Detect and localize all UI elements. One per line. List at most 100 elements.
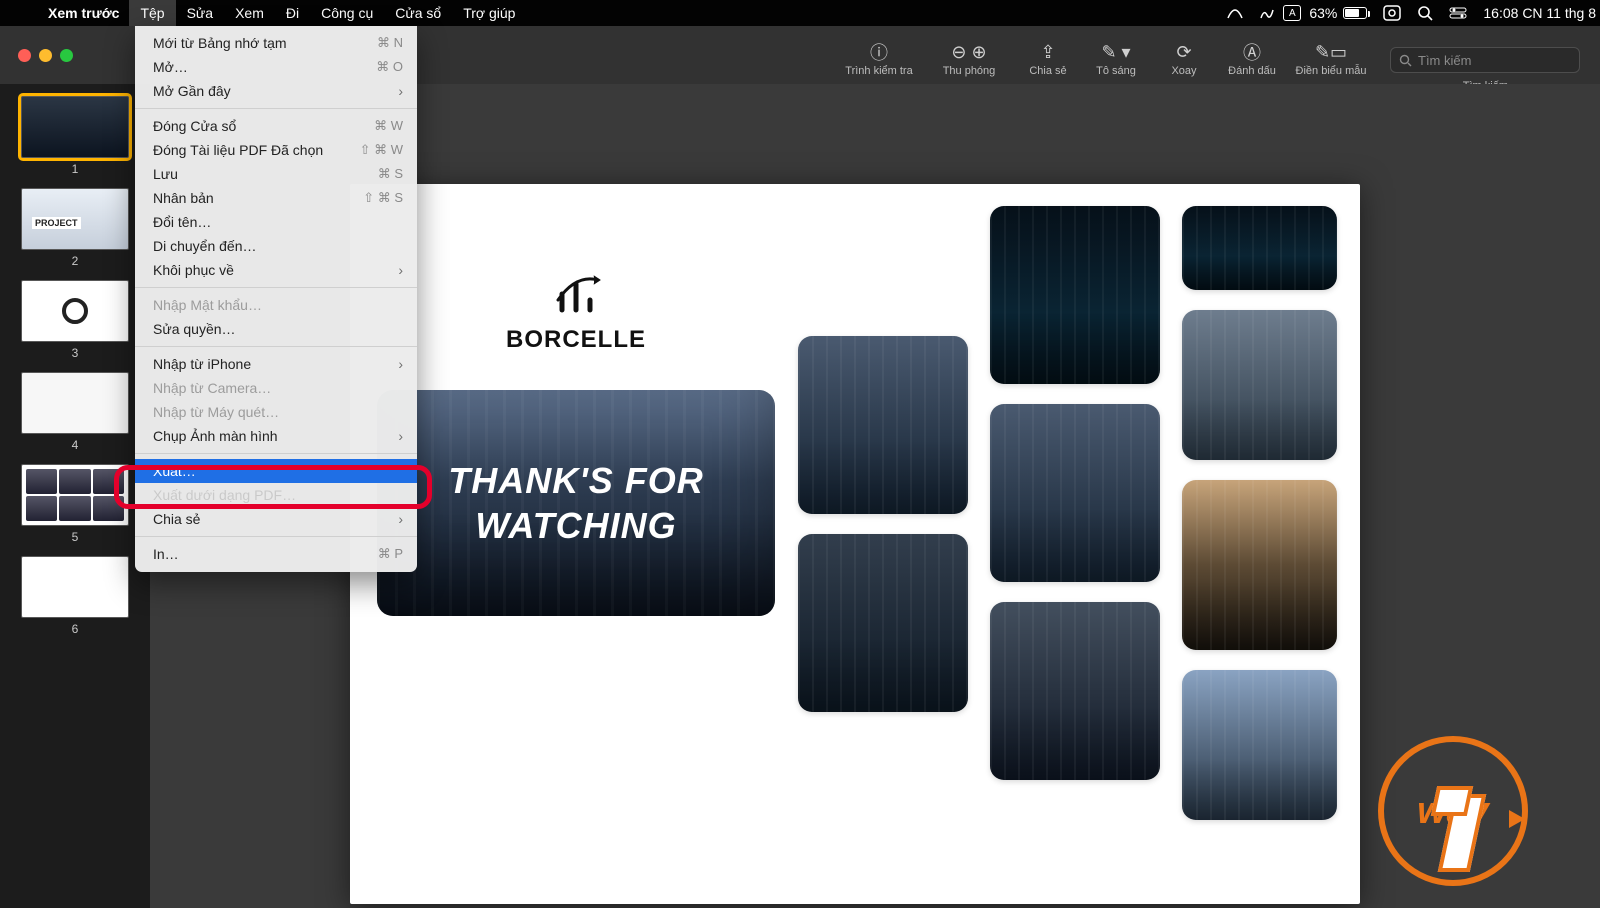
brand-name: BORCELLE [506,326,646,354]
toolbar-label: Xoay [1150,65,1218,77]
input-menu[interactable]: A [1283,5,1301,21]
status-icon[interactable] [1219,6,1251,20]
menu-item-xuất-[interactable]: Xuất… [135,459,417,483]
menu-shortcut: ⌘ W [374,118,403,134]
toolbar-icon: Ⓐ [1218,39,1286,65]
gallery-tile [1182,206,1337,290]
page-thumbnail[interactable] [21,280,129,342]
menu-shortcut: ⌘ N [377,35,403,51]
menubar-item-trợ giúp[interactable]: Trợ giúp [452,0,526,26]
menubar-item-sửa[interactable]: Sửa [176,0,225,26]
menu-item-label: Nhập Mật khẩu… [153,297,262,313]
clock[interactable]: 16:08 CN 11 thg 8 [1475,5,1600,21]
menu-item-label: Nhập từ Camera… [153,380,271,396]
menu-item-xuất-dưới-dạng-pdf-[interactable]: Xuất dưới dạng PDF… [135,483,417,507]
toolbar-icon: ⇪ [1014,39,1082,65]
menu-shortcut: ⇧ ⌘ W [360,142,403,158]
gallery-tile [1182,310,1337,460]
toolbar-tô-sáng[interactable]: ✎ ▾Tô sáng [1082,39,1150,77]
menu-shortcut: ⌘ S [378,166,403,182]
page-thumbnail[interactable] [21,464,129,526]
menu-item-nhập-từ-máy-quét-: Nhập từ Máy quét… [135,400,417,424]
menu-item-nhân-bản[interactable]: Nhân bản⇧ ⌘ S [135,186,417,210]
toolbar-chia-sẻ[interactable]: ⇪Chia sẻ [1014,39,1082,77]
menu-item-nhập-từ-iphone[interactable]: Nhập từ iPhone› [135,352,417,376]
minimize-window-button[interactable] [39,49,52,62]
page-thumbnail-number: 2 [0,254,150,268]
menu-item-mở-[interactable]: Mở…⌘ O [135,55,417,79]
menu-item-sửa-quyền-[interactable]: Sửa quyền… [135,317,417,341]
battery-percent: 63% [1309,5,1337,21]
slide-page: BORCELLE THANK'S FOR WATCHING [350,184,1360,904]
hero-text-2: WATCHING [475,505,676,546]
search-input[interactable]: Tìm kiếm [1390,47,1580,73]
toolbar-xoay[interactable]: ⟳Xoay [1150,39,1218,77]
toolbar-thu-phóng[interactable]: ⊖ ⊕Thu phóng [924,39,1014,77]
menu-item-đổi-tên-[interactable]: Đổi tên… [135,210,417,234]
menubar-item-công cụ[interactable]: Công cụ [310,0,384,26]
toolbar-điền-biểu-mẫu[interactable]: ✎▭Điền biểu mẫu [1286,39,1376,77]
menubar-item-đi[interactable]: Đi [275,0,310,26]
spotlight-icon[interactable] [1409,5,1441,21]
menu-item-label: Chia sẻ [153,511,200,527]
toolbar-trình-kiểm-tra[interactable]: ⓘTrình kiểm tra [834,39,924,77]
menu-separator [135,536,417,537]
status-icon[interactable] [1251,6,1283,20]
menu-item-label: Chụp Ảnh màn hình [153,428,278,444]
page-thumbnail[interactable] [21,372,129,434]
submenu-arrow-icon: › [398,83,403,99]
gallery-tile [1182,480,1337,650]
toolbar-label: Tô sáng [1082,65,1150,77]
menubar-item-xem[interactable]: Xem [224,0,275,26]
menu-item-label: In… [153,546,179,562]
menu-item-đóng-cửa-sổ[interactable]: Đóng Cửa sổ ⌘ W [135,114,417,138]
close-window-button[interactable] [18,49,31,62]
page-thumbnail-number: 3 [0,346,150,360]
gallery-tile [990,404,1160,582]
menu-item-mở-gần-đây[interactable]: Mở Gần đây› [135,79,417,103]
watermark-badge: way [1378,736,1528,886]
menu-item-mới-từ-bảng-nhớ-tạm[interactable]: Mới từ Bảng nhớ tạm ⌘ N [135,31,417,55]
screenshot-icon[interactable] [1375,5,1409,21]
menu-item-di-chuyển-đến-[interactable]: Di chuyển đến… [135,234,417,258]
gallery-tile [798,336,968,514]
toolbar-icon: ⟳ [1150,39,1218,65]
menu-item-label: Đóng Tài liệu PDF Đã chọn [153,142,323,158]
battery-status[interactable]: 63% [1301,5,1375,21]
search-placeholder: Tìm kiếm [1418,53,1471,68]
menu-item-label: Đổi tên… [153,214,211,230]
menubar-item-cửa sổ[interactable]: Cửa sổ [384,0,452,26]
search-icon [1399,54,1412,67]
page-thumbnail[interactable] [21,96,129,158]
menu-item-đóng-tài-liệu-pdf-đã-chọn[interactable]: Đóng Tài liệu PDF Đã chọn ⇧ ⌘ W [135,138,417,162]
page-thumbnail[interactable] [21,556,129,618]
hero-image: THANK'S FOR WATCHING [377,390,775,616]
menu-item-label: Mới từ Bảng nhớ tạm [153,35,287,51]
page-thumbnail[interactable] [21,188,129,250]
app-name[interactable]: Xem trước [38,5,129,21]
menu-item-label: Lưu [153,166,178,182]
menu-item-label: Nhập từ Máy quét… [153,404,279,420]
control-center-icon[interactable] [1441,6,1475,20]
menu-item-lưu[interactable]: Lưu ⌘ S [135,162,417,186]
menu-shortcut: ⇧ ⌘ S [363,190,403,206]
menu-item-nhập-mật-khẩu-: Nhập Mật khẩu… [135,293,417,317]
menu-separator [135,287,417,288]
gallery-tile [990,206,1160,384]
submenu-arrow-icon: › [398,511,403,527]
toolbar-đánh-dấu[interactable]: ⒶĐánh dấu [1218,39,1286,77]
toolbar-icon: ✎ ▾ [1082,39,1150,65]
menu-item-chụp-ảnh-màn-hình[interactable]: Chụp Ảnh màn hình› [135,424,417,448]
gallery-tile [798,534,968,712]
menu-item-in-[interactable]: In…⌘ P [135,542,417,566]
menubar-item-tệp[interactable]: Tệp [129,0,175,26]
thumbnail-sidebar[interactable]: 123456 [0,84,150,908]
page-thumbnail-number: 6 [0,622,150,636]
menu-item-label: Đóng Cửa sổ [153,118,236,134]
menu-item-chia-sẻ[interactable]: Chia sẻ › [135,507,417,531]
page-thumbnail-number: 4 [0,438,150,452]
menu-item-label: Xuất dưới dạng PDF… [153,487,296,503]
menu-item-khôi-phục-về[interactable]: Khôi phục về› [135,258,417,282]
zoom-window-button[interactable] [60,49,73,62]
toolbar-label: Đánh dấu [1218,65,1286,77]
